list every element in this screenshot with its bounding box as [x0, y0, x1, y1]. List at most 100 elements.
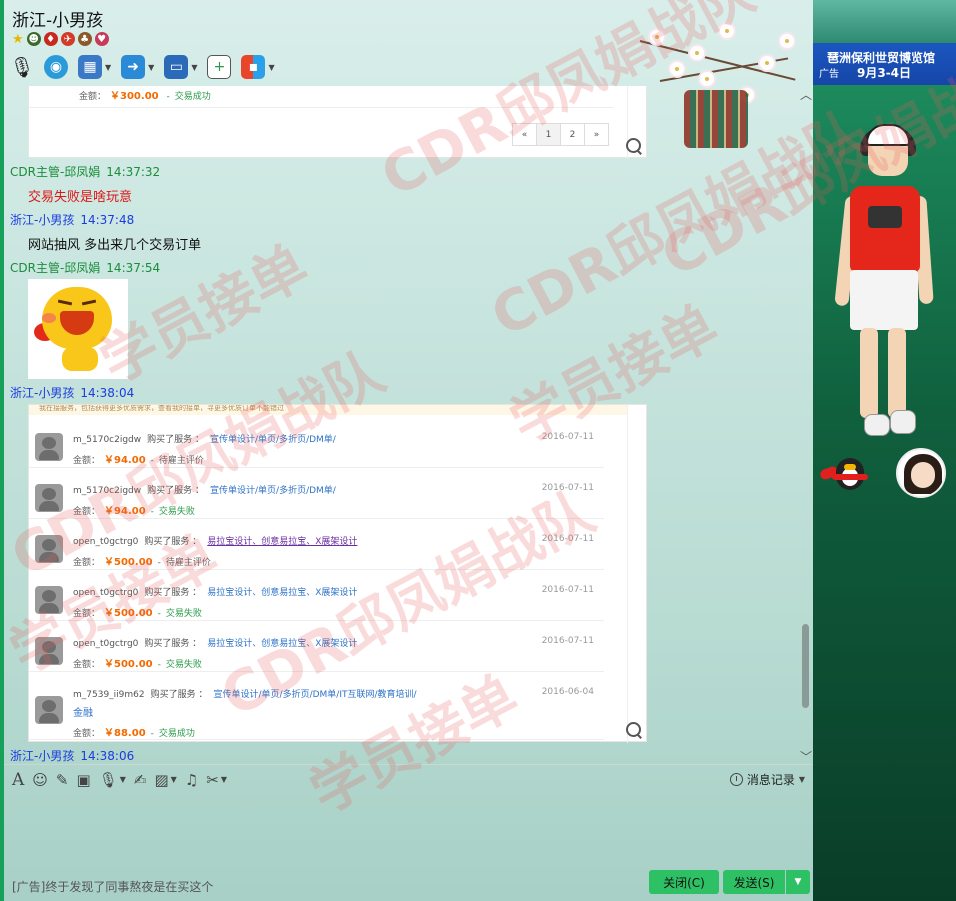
history-label: 消息记录: [746, 773, 795, 787]
new-discussion-button[interactable]: +: [207, 53, 232, 81]
order-row[interactable]: open_t0gctrg0 购买了服务 ： 易拉宝设计、创意易拉宝、X展架设计 20…: [29, 621, 604, 672]
message-time: 14:37:32: [106, 165, 161, 179]
voice-message-icon[interactable]: 🎙 ▼: [99, 771, 126, 789]
order-price: ￥300.00: [110, 91, 159, 102]
user-badges: ★ ☻ ♦ ✈ ♣ ♥: [12, 31, 109, 47]
badge-icon[interactable]: ✈: [60, 32, 75, 46]
video-clip-icon[interactable]: ▣: [77, 771, 91, 789]
sender-name[interactable]: 浙江-小男孩: [10, 749, 74, 763]
message-header: 浙江-小男孩 14:38:06: [10, 747, 134, 764]
amount-label: 金额：: [73, 507, 101, 517]
sender-name[interactable]: 浙江-小男孩: [10, 213, 74, 227]
service-link[interactable]: 易拉宝设计、创意易拉宝、X展架设计: [207, 639, 357, 649]
message-input[interactable]: [4, 794, 813, 868]
edit-icon[interactable]: ✍: [134, 771, 147, 789]
ad-link[interactable]: [广告]终于发现了同事熬夜是在买这个: [12, 878, 213, 895]
badge-icon[interactable]: ♦: [43, 32, 58, 46]
chat-window: 浙江-小男孩 ★ ☻ ♦ ✈ ♣ ♥ ▼ ▁ □ ✕ 🎙 ◉ ▦ ▼ ➜ ▼ ▭…: [0, 0, 956, 901]
star-icon: ★: [12, 31, 24, 47]
message-time: 14:37:48: [80, 213, 135, 227]
chat-toolbar: 🎙 ◉ ▦ ▼ ➜ ▼ ▭ ▼ + ▪ ▼: [9, 52, 275, 82]
chat-scrollbar[interactable]: [802, 624, 809, 708]
pager-page-2[interactable]: 2: [560, 123, 585, 146]
order-date: 2016-07-11: [541, 534, 594, 544]
qq-penguin-icon[interactable]: [818, 454, 868, 494]
ad-banner[interactable]: 琶洲保利世贸博览馆 广告 9月3-4日: [813, 43, 956, 85]
pager-prev[interactable]: «: [512, 123, 537, 146]
service-link[interactable]: 易拉宝设计、创意易拉宝、X展架设计: [207, 588, 357, 598]
order-price: ￥500.00: [104, 608, 153, 619]
order-status: 交易成功: [174, 92, 211, 102]
user-avatar: [35, 637, 63, 665]
emoji-icon[interactable]: ☺: [32, 771, 48, 789]
poke-icon[interactable]: ✎: [56, 771, 69, 789]
sender-name[interactable]: CDR主管-邱凤娟: [10, 261, 100, 275]
collapse-down-icon[interactable]: ﹀: [800, 748, 812, 765]
pager-page-1[interactable]: 1: [536, 123, 561, 146]
screenshot-scissors-icon[interactable]: ✂ ▼: [206, 771, 227, 789]
chat-plus-icon: +: [207, 55, 232, 79]
zoom-in-icon[interactable]: [625, 137, 643, 155]
service-link[interactable]: 宣传单设计/单页/多折页/DM单/IT互联网/教育培训/: [214, 690, 417, 700]
service-link[interactable]: 宣传单设计/单页/多折页/DM单/: [210, 486, 336, 496]
window-title: 浙江-小男孩: [12, 11, 104, 31]
message-header: 浙江-小男孩 14:37:48: [10, 211, 134, 228]
order-row[interactable]: m_7539_ii9m62 购买了服务 ： 宣传单设计/单页/多折页/DM单/IT互…: [29, 672, 604, 740]
badge-icon[interactable]: ☻: [26, 32, 41, 46]
order-date: 2016-07-11: [541, 636, 594, 646]
order-date: 2016-07-11: [541, 483, 594, 493]
video-call-button[interactable]: ◉: [44, 53, 68, 81]
apps-button[interactable]: ▪ ▼: [241, 53, 275, 81]
send-button[interactable]: 发送(S): [723, 870, 785, 894]
message-history-button[interactable]: 消息记录 ▼: [729, 771, 805, 788]
orders-screenshot[interactable]: 我在接服务，包括获得更多优质需求，查看我的接单，寻更多优质订单不能错过 m_51…: [28, 404, 647, 743]
order-price: ￥94.00: [104, 455, 146, 466]
voice-call-button[interactable]: 🎙: [9, 53, 34, 81]
chat-history[interactable]: 金额： ￥300.00 - 交易成功 « 1 2 » CDR主管-邱凤娟 14:37:…: [4, 86, 813, 764]
service-link[interactable]: 金融: [73, 708, 93, 719]
order-price: ￥94.00: [104, 506, 146, 517]
pager-next[interactable]: »: [584, 123, 609, 146]
send-options-button[interactable]: ▼: [786, 870, 810, 894]
order-row[interactable]: open_t0gctrg0 购买了服务 ： 易拉宝设计、创意易拉宝、X展架设计 20…: [29, 570, 604, 621]
collapse-up-icon[interactable]: ︿: [800, 86, 812, 103]
emoji-sticker[interactable]: [28, 279, 128, 379]
user-avatar: [35, 696, 63, 724]
contact-avatar[interactable]: [896, 448, 946, 498]
image-icon[interactable]: ▨ ▼: [154, 771, 176, 789]
chevron-down-icon: ▼: [105, 62, 112, 72]
sender-name[interactable]: CDR主管-邱凤娟: [10, 165, 100, 179]
service-link[interactable]: 易拉宝设计、创意易拉宝、X展架设计: [207, 537, 357, 547]
close-button[interactable]: 关闭(C): [649, 870, 719, 894]
order-row[interactable]: m_5170c2igdw 购买了服务 ： 宣传单设计/单页/多折页/DM单/ 201…: [29, 468, 604, 519]
purchased-label: 购买了服务 ：: [147, 486, 205, 496]
order-row[interactable]: m_5170c2igdw 购买了服务 ： 宣传单设计/单页/多折页/DM单/ 201…: [29, 417, 604, 468]
ad-tag: 广告: [819, 69, 839, 80]
order-user: open_t0gctrg0: [73, 639, 139, 649]
order-date: 2016-07-11: [541, 432, 594, 442]
font-icon[interactable]: A: [12, 770, 24, 790]
message-time: 14:38:04: [80, 386, 135, 400]
chevron-down-icon: ▼: [191, 62, 198, 72]
badge-icon[interactable]: ♣: [77, 32, 92, 46]
order-user: open_t0gctrg0: [73, 588, 139, 598]
order-status: 交易失败: [158, 507, 195, 517]
file-transfer-button[interactable]: ➜ ▼: [121, 53, 154, 81]
message-text: 网站抽风 多出来几个交易订单: [28, 238, 202, 253]
zoom-in-icon[interactable]: [625, 721, 643, 739]
service-link[interactable]: 宣传单设计/单页/多折页/DM单/: [210, 435, 336, 445]
badge-icon[interactable]: ♥: [94, 32, 109, 46]
purchased-label: 购买了服务 ：: [144, 639, 202, 649]
remote-assist-button[interactable]: ▦ ▼: [78, 53, 111, 81]
pagination: « 1 2 »: [512, 123, 609, 146]
order-user: open_t0gctrg0: [73, 537, 139, 547]
message-text: 交易失败是啥玩意: [28, 190, 133, 205]
music-icon[interactable]: ♫: [185, 771, 198, 789]
order-row[interactable]: open_t0gctrg0 购买了服务 ： 易拉宝设计、创意易拉宝、X展架设计 20…: [29, 519, 604, 570]
screen-share-button[interactable]: ▭ ▼: [164, 53, 197, 81]
amount-label: 金额：: [73, 660, 101, 670]
message-header: CDR主管-邱凤娟 14:37:54: [10, 259, 160, 276]
sender-name[interactable]: 浙江-小男孩: [10, 386, 74, 400]
order-status: 交易成功: [158, 729, 195, 739]
message-header: 浙江-小男孩 14:38:04: [10, 384, 134, 401]
